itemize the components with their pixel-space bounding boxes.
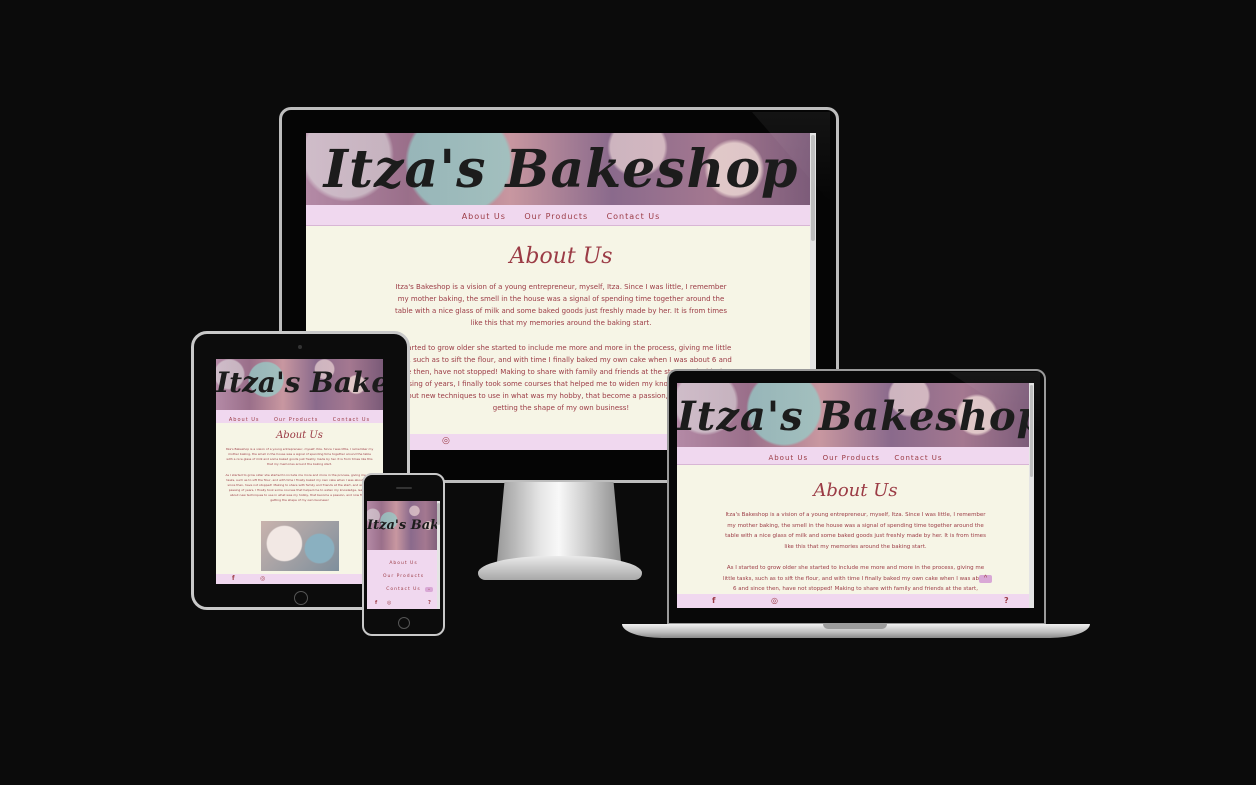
tablet-camera — [298, 345, 302, 349]
monitor-stand-base — [478, 556, 642, 580]
scrollbar[interactable] — [437, 501, 440, 609]
site-title[interactable]: Itza's Bakeshop — [216, 366, 383, 399]
site-nav: About Us Our Products Contact Us — [367, 550, 440, 600]
phone-screen: Itza's Bakeshop About Us Our Products Co… — [367, 501, 440, 609]
about-paragraph-1: Itza's Bakeshop is a vision of a young e… — [394, 283, 727, 327]
site-title[interactable]: Itza's Bakeshop — [367, 518, 440, 533]
site-banner: Itza's Bakeshop — [216, 359, 383, 410]
nav-our-products[interactable]: Our Products — [524, 212, 588, 221]
instagram-icon[interactable]: ◎ — [387, 600, 391, 606]
about-paragraph-1: Itza's Bakeshop is a vision of a young e… — [725, 512, 986, 550]
site-title[interactable]: Itza's Bakeshop — [306, 139, 816, 200]
laptop-screen: Itza's Bakeshop About Us Our Products Co… — [677, 383, 1034, 608]
instagram-icon[interactable]: ◎ — [260, 575, 265, 582]
page-content: About Us Itza's Bakeshop is a vision of … — [216, 423, 383, 574]
nav-about-us[interactable]: About Us — [768, 454, 808, 462]
site-nav: About Us Our Products Contact Us — [216, 410, 383, 424]
about-paragraph-1: Itza's Bakeshop is a vision of a young e… — [225, 447, 374, 466]
site-footer: f ◎ ? — [677, 594, 1034, 608]
phone-home-button[interactable] — [398, 617, 410, 629]
nav-contact-us[interactable]: Contact Us — [386, 587, 421, 592]
facebook-icon[interactable]: f — [712, 596, 715, 605]
nav-contact-us[interactable]: Contact Us — [607, 212, 661, 221]
scrollbar-thumb[interactable] — [437, 503, 440, 525]
monitor-stand-neck — [497, 482, 621, 562]
facebook-icon[interactable]: f — [232, 575, 235, 582]
site-footer: f ◎ ? — [367, 600, 440, 609]
page-heading: About Us — [276, 430, 323, 441]
bakery-photo — [260, 521, 339, 571]
site-banner: Itza's Bakeshop — [306, 133, 816, 205]
tablet-screen: Itza's Bakeshop About Us Our Products Co… — [216, 359, 383, 584]
site-title[interactable]: Itza's Bakeshop — [677, 393, 1034, 440]
site-nav: About Us Our Products Contact Us — [677, 447, 1034, 465]
nav-contact-us[interactable]: Contact Us — [894, 454, 942, 462]
instagram-icon[interactable]: ◎ — [771, 596, 778, 605]
instagram-icon[interactable]: ◎ — [442, 436, 450, 446]
nav-our-products[interactable]: Our Products — [383, 574, 424, 579]
facebook-icon[interactable]: f — [375, 600, 377, 606]
phone-speaker — [396, 487, 412, 489]
scroll-to-top-button[interactable]: ^ — [425, 587, 433, 592]
about-paragraph-2: As I started to grow older she started t… — [722, 565, 989, 592]
site-nav: About Us Our Products Contact Us — [306, 205, 816, 226]
question-icon[interactable]: ? — [1004, 596, 1009, 605]
laptop-notch — [823, 624, 887, 629]
question-icon[interactable]: ? — [428, 600, 431, 606]
tablet-home-button[interactable] — [294, 591, 308, 605]
site-banner: Itza's Bakeshop — [367, 501, 440, 550]
scroll-to-top-button[interactable]: ^ — [979, 575, 992, 583]
nav-about-us[interactable]: About Us — [389, 561, 417, 566]
site-footer: f ◎ — [216, 574, 383, 584]
page-heading: About Us — [509, 244, 613, 269]
page-heading: About Us — [813, 480, 898, 501]
nav-about-us[interactable]: About Us — [462, 212, 506, 221]
about-paragraph-2: As I started to grow older she started t… — [225, 473, 374, 502]
nav-our-products[interactable]: Our Products — [823, 454, 880, 462]
